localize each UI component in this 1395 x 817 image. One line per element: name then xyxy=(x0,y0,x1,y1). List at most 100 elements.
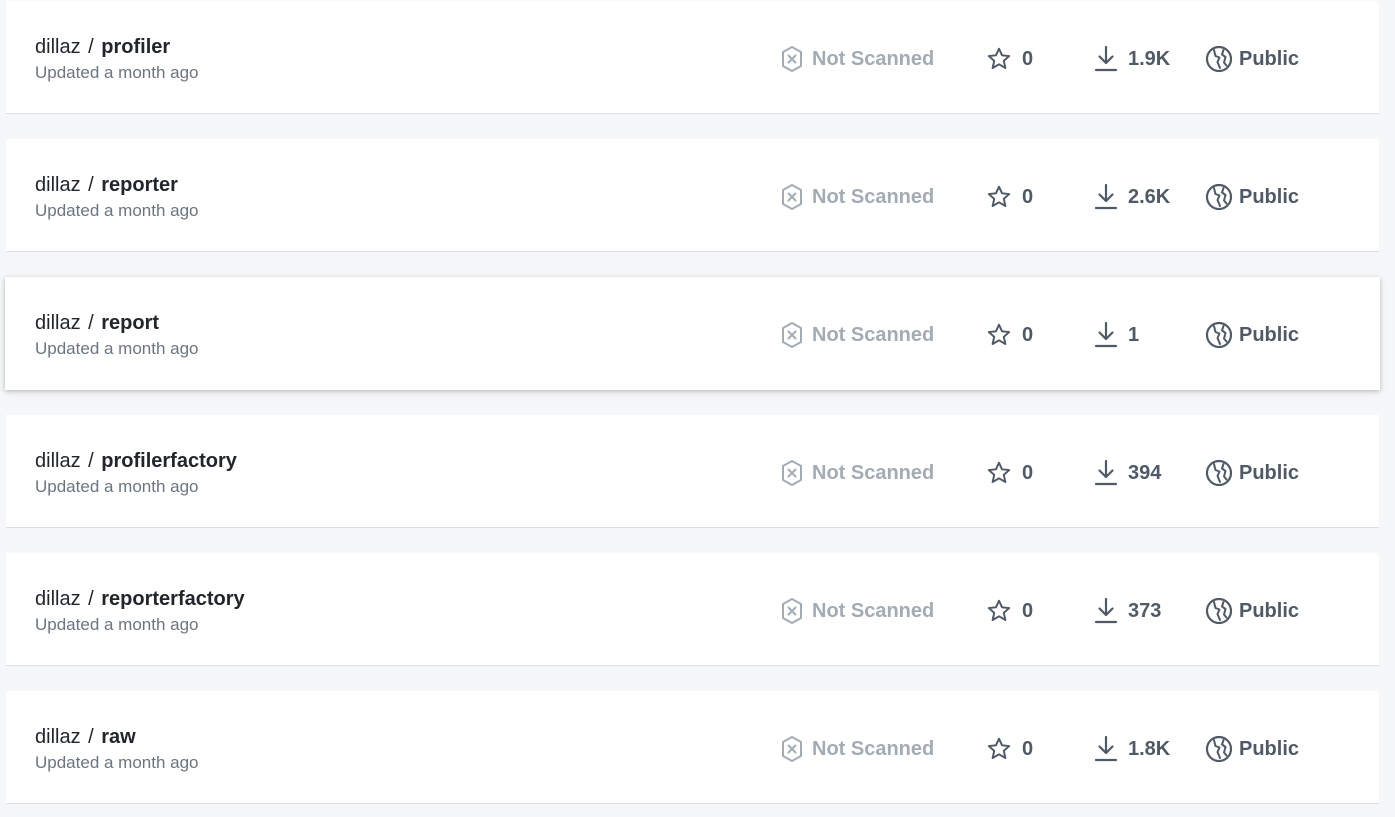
stars-count: 0 xyxy=(986,320,1033,350)
star-icon xyxy=(987,323,1011,345)
globe-icon xyxy=(1205,45,1233,73)
repository-card[interactable]: dillaz / reporterfactory Updated a month… xyxy=(6,553,1379,666)
repository-separator: / xyxy=(88,726,94,748)
scan-status-label: Not Scanned xyxy=(812,461,935,484)
stars-count: 0 xyxy=(986,182,1033,212)
download-icon xyxy=(1094,45,1118,72)
downloads-count: 2.6K xyxy=(1094,181,1170,213)
globe-icon xyxy=(1205,735,1233,763)
visibility-label: Public xyxy=(1239,737,1300,760)
downloads-count: 373 xyxy=(1094,595,1161,627)
download-icon xyxy=(1094,459,1118,486)
visibility-status: Public xyxy=(1205,320,1299,350)
star-icon xyxy=(987,599,1011,621)
stars-count: 0 xyxy=(986,734,1033,764)
repository-card[interactable]: dillaz / raw Updated a month ago Not Sca… xyxy=(6,691,1379,804)
visibility-label: Public xyxy=(1239,461,1300,484)
repository-owner: dillaz xyxy=(35,36,81,58)
scan-status: Not Scanned xyxy=(780,596,934,626)
scan-status-label: Not Scanned xyxy=(812,323,935,346)
repository-name: reporterfactory xyxy=(101,588,245,610)
repository-title[interactable]: dillaz / reporter xyxy=(35,173,178,197)
visibility-label: Public xyxy=(1239,185,1300,208)
scan-status-label: Not Scanned xyxy=(812,737,935,760)
repository-title[interactable]: dillaz / report xyxy=(35,311,159,335)
shield-x-icon xyxy=(782,184,802,210)
repository-name: profiler xyxy=(101,36,171,58)
repository-updated: Updated a month ago xyxy=(35,201,199,220)
stars-value: 0 xyxy=(1022,185,1034,208)
scan-status-label: Not Scanned xyxy=(812,47,935,70)
visibility-status: Public xyxy=(1205,44,1299,74)
download-icon xyxy=(1094,735,1118,762)
visibility-status: Public xyxy=(1205,182,1299,212)
repository-separator: / xyxy=(88,36,94,58)
repository-name: report xyxy=(101,312,160,334)
scan-status-label: Not Scanned xyxy=(812,185,935,208)
repository-separator: / xyxy=(88,312,94,334)
shield-x-icon xyxy=(782,736,802,762)
scan-status-label: Not Scanned xyxy=(812,599,935,622)
star-icon xyxy=(987,737,1011,759)
stars-value: 0 xyxy=(1022,599,1034,622)
globe-icon xyxy=(1205,597,1233,625)
repository-title[interactable]: dillaz / profiler xyxy=(35,35,170,59)
repository-owner: dillaz xyxy=(35,726,81,748)
shield-x-icon xyxy=(782,598,802,624)
star-icon xyxy=(987,461,1011,483)
repository-updated: Updated a month ago xyxy=(35,615,199,634)
downloads-value: 1.9K xyxy=(1128,47,1171,70)
repository-name: raw xyxy=(101,726,136,748)
shield-x-icon xyxy=(782,322,802,348)
repository-card[interactable]: dillaz / profiler Updated a month ago No… xyxy=(6,1,1379,114)
downloads-count: 1.8K xyxy=(1094,733,1170,765)
downloads-value: 373 xyxy=(1128,599,1162,622)
repository-separator: / xyxy=(88,174,94,196)
scan-status: Not Scanned xyxy=(780,182,934,212)
stars-value: 0 xyxy=(1022,47,1034,70)
stars-count: 0 xyxy=(986,596,1033,626)
stars-count: 0 xyxy=(986,458,1033,488)
downloads-value: 2.6K xyxy=(1128,185,1171,208)
repository-updated: Updated a month ago xyxy=(35,339,199,358)
visibility-status: Public xyxy=(1205,596,1299,626)
repository-name: profilerfactory xyxy=(101,450,237,472)
repository-updated: Updated a month ago xyxy=(35,63,199,82)
star-icon xyxy=(987,185,1011,207)
repository-title[interactable]: dillaz / raw xyxy=(35,725,136,749)
visibility-label: Public xyxy=(1239,599,1300,622)
globe-icon xyxy=(1205,183,1233,211)
visibility-status: Public xyxy=(1205,458,1299,488)
repository-title[interactable]: dillaz / profilerfactory xyxy=(35,449,237,473)
visibility-label: Public xyxy=(1239,47,1300,70)
repository-updated: Updated a month ago xyxy=(35,477,199,496)
repository-separator: / xyxy=(88,588,94,610)
scan-status: Not Scanned xyxy=(780,458,934,488)
repository-owner: dillaz xyxy=(35,174,81,196)
repository-owner: dillaz xyxy=(35,450,81,472)
scan-status: Not Scanned xyxy=(780,44,934,74)
repository-name: reporter xyxy=(101,174,178,196)
shield-x-icon xyxy=(782,46,802,72)
stars-value: 0 xyxy=(1022,737,1034,760)
repository-card[interactable]: dillaz / report Updated a month ago Not … xyxy=(5,277,1380,390)
repository-card[interactable]: dillaz / reporter Updated a month ago No… xyxy=(6,139,1379,252)
downloads-count: 394 xyxy=(1094,457,1161,489)
repository-title[interactable]: dillaz / reporterfactory xyxy=(35,587,245,611)
globe-icon xyxy=(1205,459,1233,487)
stars-value: 0 xyxy=(1022,461,1034,484)
visibility-label: Public xyxy=(1239,323,1300,346)
stars-count: 0 xyxy=(986,44,1033,74)
downloads-value: 1.8K xyxy=(1128,737,1171,760)
repository-owner: dillaz xyxy=(35,312,81,334)
star-icon xyxy=(987,47,1011,69)
repository-card[interactable]: dillaz / profilerfactory Updated a month… xyxy=(6,415,1379,528)
globe-icon xyxy=(1205,321,1233,349)
downloads-count: 1 xyxy=(1094,319,1139,351)
repository-separator: / xyxy=(88,450,94,472)
repository-list: dillaz / profiler Updated a month ago No… xyxy=(0,0,1395,817)
shield-x-icon xyxy=(782,460,802,486)
downloads-value: 394 xyxy=(1128,461,1162,484)
repository-updated: Updated a month ago xyxy=(35,753,199,772)
download-icon xyxy=(1094,597,1118,624)
